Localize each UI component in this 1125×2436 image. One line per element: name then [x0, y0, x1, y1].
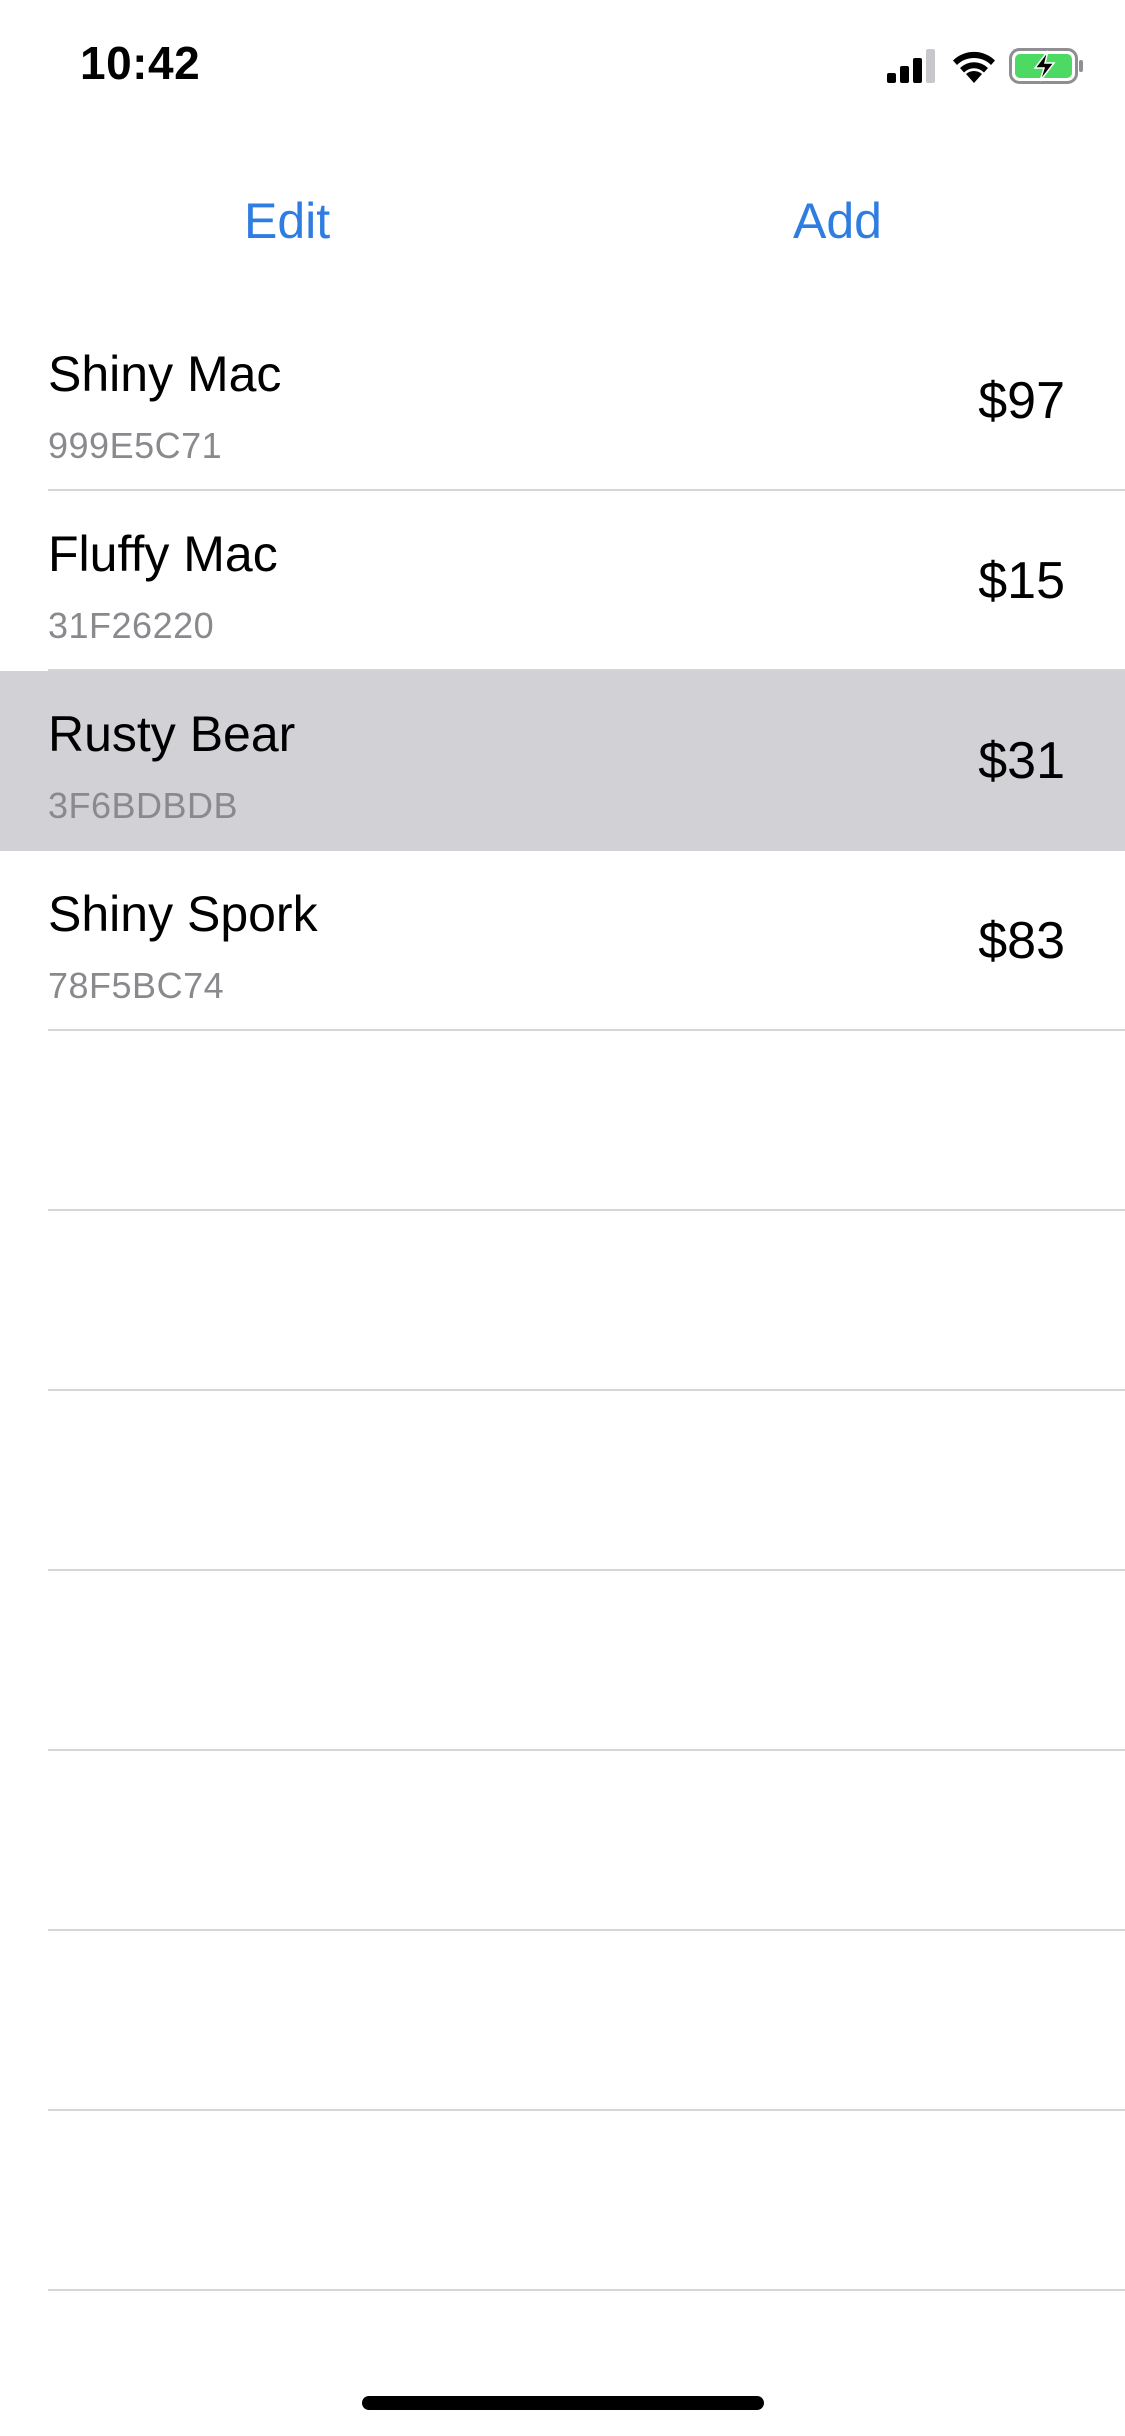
- table-row[interactable]: Shiny Mac 999E5C71 $97: [0, 311, 1125, 491]
- add-button[interactable]: Add: [793, 192, 882, 250]
- item-id: 3F6BDBDB: [48, 785, 239, 826]
- wifi-icon: [951, 49, 997, 88]
- cellular-signal-icon: [887, 48, 939, 88]
- table-row[interactable]: Shiny Spork 78F5BC74 $83: [0, 851, 1125, 1031]
- item-title: Rusty Bear: [48, 706, 296, 762]
- item-id: 78F5BC74: [48, 965, 225, 1006]
- battery-charging-icon: [1009, 47, 1085, 89]
- empty-row: [0, 1211, 1125, 1391]
- empty-row: [0, 1571, 1125, 1751]
- empty-row: [0, 1391, 1125, 1571]
- table-row[interactable]: Fluffy Mac 31F26220 $15: [0, 491, 1125, 671]
- item-title: Shiny Mac: [48, 346, 282, 402]
- status-bar: 10:42: [0, 0, 1125, 132]
- items-table: Shiny Mac 999E5C71 $97 Fluffy Mac 31F262…: [0, 311, 1125, 2291]
- item-title: Fluffy Mac: [48, 526, 278, 582]
- edit-button[interactable]: Edit: [244, 192, 330, 250]
- empty-row: [0, 2111, 1125, 2291]
- toolbar: Edit Add: [0, 180, 1125, 270]
- home-indicator[interactable]: [362, 2396, 764, 2410]
- item-price: $15: [978, 552, 1065, 610]
- row-divider: [48, 2289, 1125, 2291]
- empty-row: [0, 1031, 1125, 1211]
- empty-row: [0, 1931, 1125, 2111]
- status-icons: [887, 47, 1085, 89]
- item-id: 999E5C71: [48, 425, 223, 466]
- item-id: 31F26220: [48, 605, 215, 646]
- item-price: $31: [978, 732, 1065, 790]
- table-row[interactable]: Rusty Bear 3F6BDBDB $31: [0, 671, 1125, 851]
- status-time: 10:42: [80, 37, 201, 89]
- item-title: Shiny Spork: [48, 886, 318, 942]
- item-price: $97: [978, 372, 1065, 430]
- item-price: $83: [978, 912, 1065, 970]
- empty-row: [0, 1751, 1125, 1931]
